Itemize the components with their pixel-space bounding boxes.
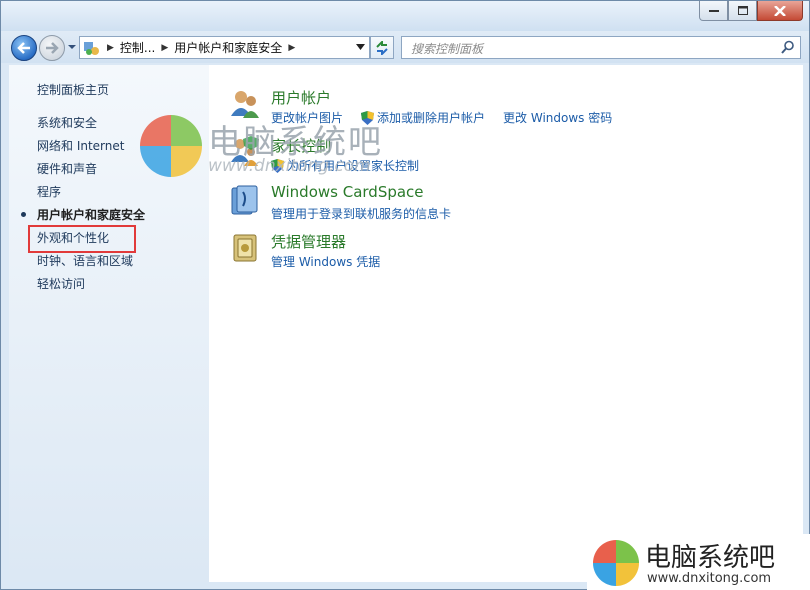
- title-bar: [1, 1, 809, 31]
- breadcrumb-control-panel[interactable]: 控制...: [120, 39, 155, 56]
- minimize-button[interactable]: [699, 1, 728, 21]
- maximize-button[interactable]: [728, 1, 757, 21]
- brand-url: www.dnxitong.com: [647, 571, 772, 586]
- active-bullet-icon: [21, 212, 26, 217]
- watermark-url: www.dnxitong.com: [208, 156, 371, 176]
- forward-arrow-icon: [46, 42, 59, 54]
- sidebar-item-clock-language[interactable]: 时钟、语言和区域: [37, 252, 133, 269]
- brand-logo: [593, 540, 639, 586]
- sidebar-item-network[interactable]: 网络和 Internet: [37, 137, 124, 154]
- navigation-bar: ▶ 控制... ▶ 用户帐户和家庭安全 ▶ 搜索控制面板: [1, 31, 809, 63]
- search-icon[interactable]: [781, 40, 795, 54]
- highlight-box: [28, 225, 136, 253]
- watermark-logo: [140, 115, 202, 177]
- chevron-down-icon: [68, 45, 76, 49]
- category-title[interactable]: Windows CardSpace: [271, 183, 424, 201]
- credential-manager-icon[interactable]: [229, 232, 261, 264]
- link-manage-credentials[interactable]: 管理 Windows 凭据: [271, 253, 380, 270]
- back-button[interactable]: [11, 35, 37, 61]
- watermark: 电脑系统吧 www.dnxitong.com: [140, 115, 540, 185]
- cardspace-icon[interactable]: [229, 184, 261, 216]
- sidebar-item-system-security[interactable]: 系统和安全: [37, 114, 97, 131]
- breadcrumb-separator-icon[interactable]: ▶: [161, 43, 168, 53]
- control-panel-window: ▶ 控制... ▶ 用户帐户和家庭安全 ▶ 搜索控制面板 控制面板主页 系统和安…: [0, 0, 810, 590]
- address-bar[interactable]: ▶ 控制... ▶ 用户帐户和家庭安全 ▶: [79, 36, 370, 59]
- forward-button[interactable]: [39, 35, 65, 61]
- recent-pages-button[interactable]: [67, 41, 77, 53]
- category-links: 管理 Windows 凭据: [271, 253, 398, 270]
- brand-text: 电脑系统吧: [645, 543, 776, 573]
- search-placeholder: 搜索控制面板: [411, 42, 484, 56]
- brand-badge: 电脑系统吧 www.dnxitong.com: [587, 534, 810, 590]
- sidebar-item-user-accounts[interactable]: 用户帐户和家庭安全: [37, 206, 145, 223]
- sidebar-item-hardware-sound[interactable]: 硬件和声音: [37, 160, 97, 177]
- sidebar-item-programs[interactable]: 程序: [37, 183, 61, 200]
- refresh-button[interactable]: [370, 36, 394, 59]
- refresh-icon: [376, 40, 388, 55]
- category-title[interactable]: 用户帐户: [271, 87, 331, 108]
- breadcrumb-separator-icon[interactable]: ▶: [288, 43, 295, 53]
- back-arrow-icon: [17, 42, 30, 54]
- address-dropdown-icon[interactable]: [356, 43, 365, 51]
- close-icon: [774, 5, 786, 16]
- maximize-icon: [737, 6, 748, 15]
- close-button[interactable]: [757, 1, 803, 21]
- window-controls: [699, 1, 803, 21]
- sidebar-item-ease-of-access[interactable]: 轻松访问: [37, 275, 85, 292]
- link-manage-info-cards[interactable]: 管理用于登录到联机服务的信息卡: [271, 205, 451, 222]
- category-links: 管理用于登录到联机服务的信息卡: [271, 205, 469, 222]
- breadcrumb-user-accounts[interactable]: 用户帐户和家庭安全: [174, 39, 282, 56]
- sidebar-item-home[interactable]: 控制面板主页: [37, 81, 109, 98]
- minimize-icon: [708, 9, 719, 12]
- control-panel-icon: [84, 41, 99, 55]
- category-title[interactable]: 凭据管理器: [271, 231, 346, 252]
- search-box[interactable]: 搜索控制面板: [401, 36, 801, 59]
- breadcrumb-separator-icon[interactable]: ▶: [107, 43, 114, 53]
